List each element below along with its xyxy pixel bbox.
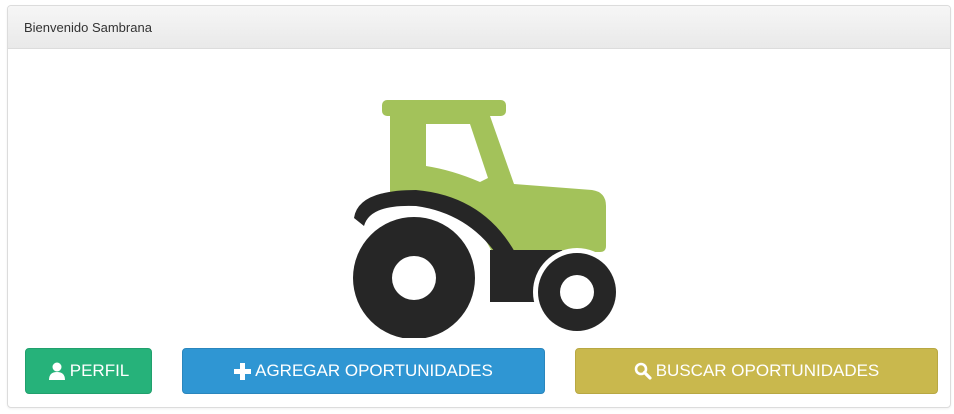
welcome-panel: Bienvenido Sambrana PERFIL AGREGAR OPORT… bbox=[7, 5, 951, 408]
agregar-oportunidades-button[interactable]: AGREGAR OPORTUNIDADES bbox=[182, 348, 545, 394]
agregar-oportunidades-label: AGREGAR OPORTUNIDADES bbox=[255, 361, 493, 380]
panel-heading: Bienvenido Sambrana bbox=[8, 6, 950, 49]
welcome-title: Bienvenido Sambrana bbox=[24, 19, 152, 35]
perfil-button-label: PERFIL bbox=[69, 361, 130, 380]
search-icon bbox=[634, 362, 652, 380]
plus-icon bbox=[234, 362, 252, 380]
tractor-icon bbox=[353, 100, 621, 339]
tractor-image bbox=[344, 66, 626, 339]
buscar-oportunidades-label: BUSCAR OPORTUNIDADES bbox=[655, 361, 880, 380]
buscar-oportunidades-button[interactable]: BUSCAR OPORTUNIDADES bbox=[575, 348, 938, 394]
perfil-button[interactable]: PERFIL bbox=[25, 348, 152, 394]
user-icon bbox=[48, 362, 65, 380]
